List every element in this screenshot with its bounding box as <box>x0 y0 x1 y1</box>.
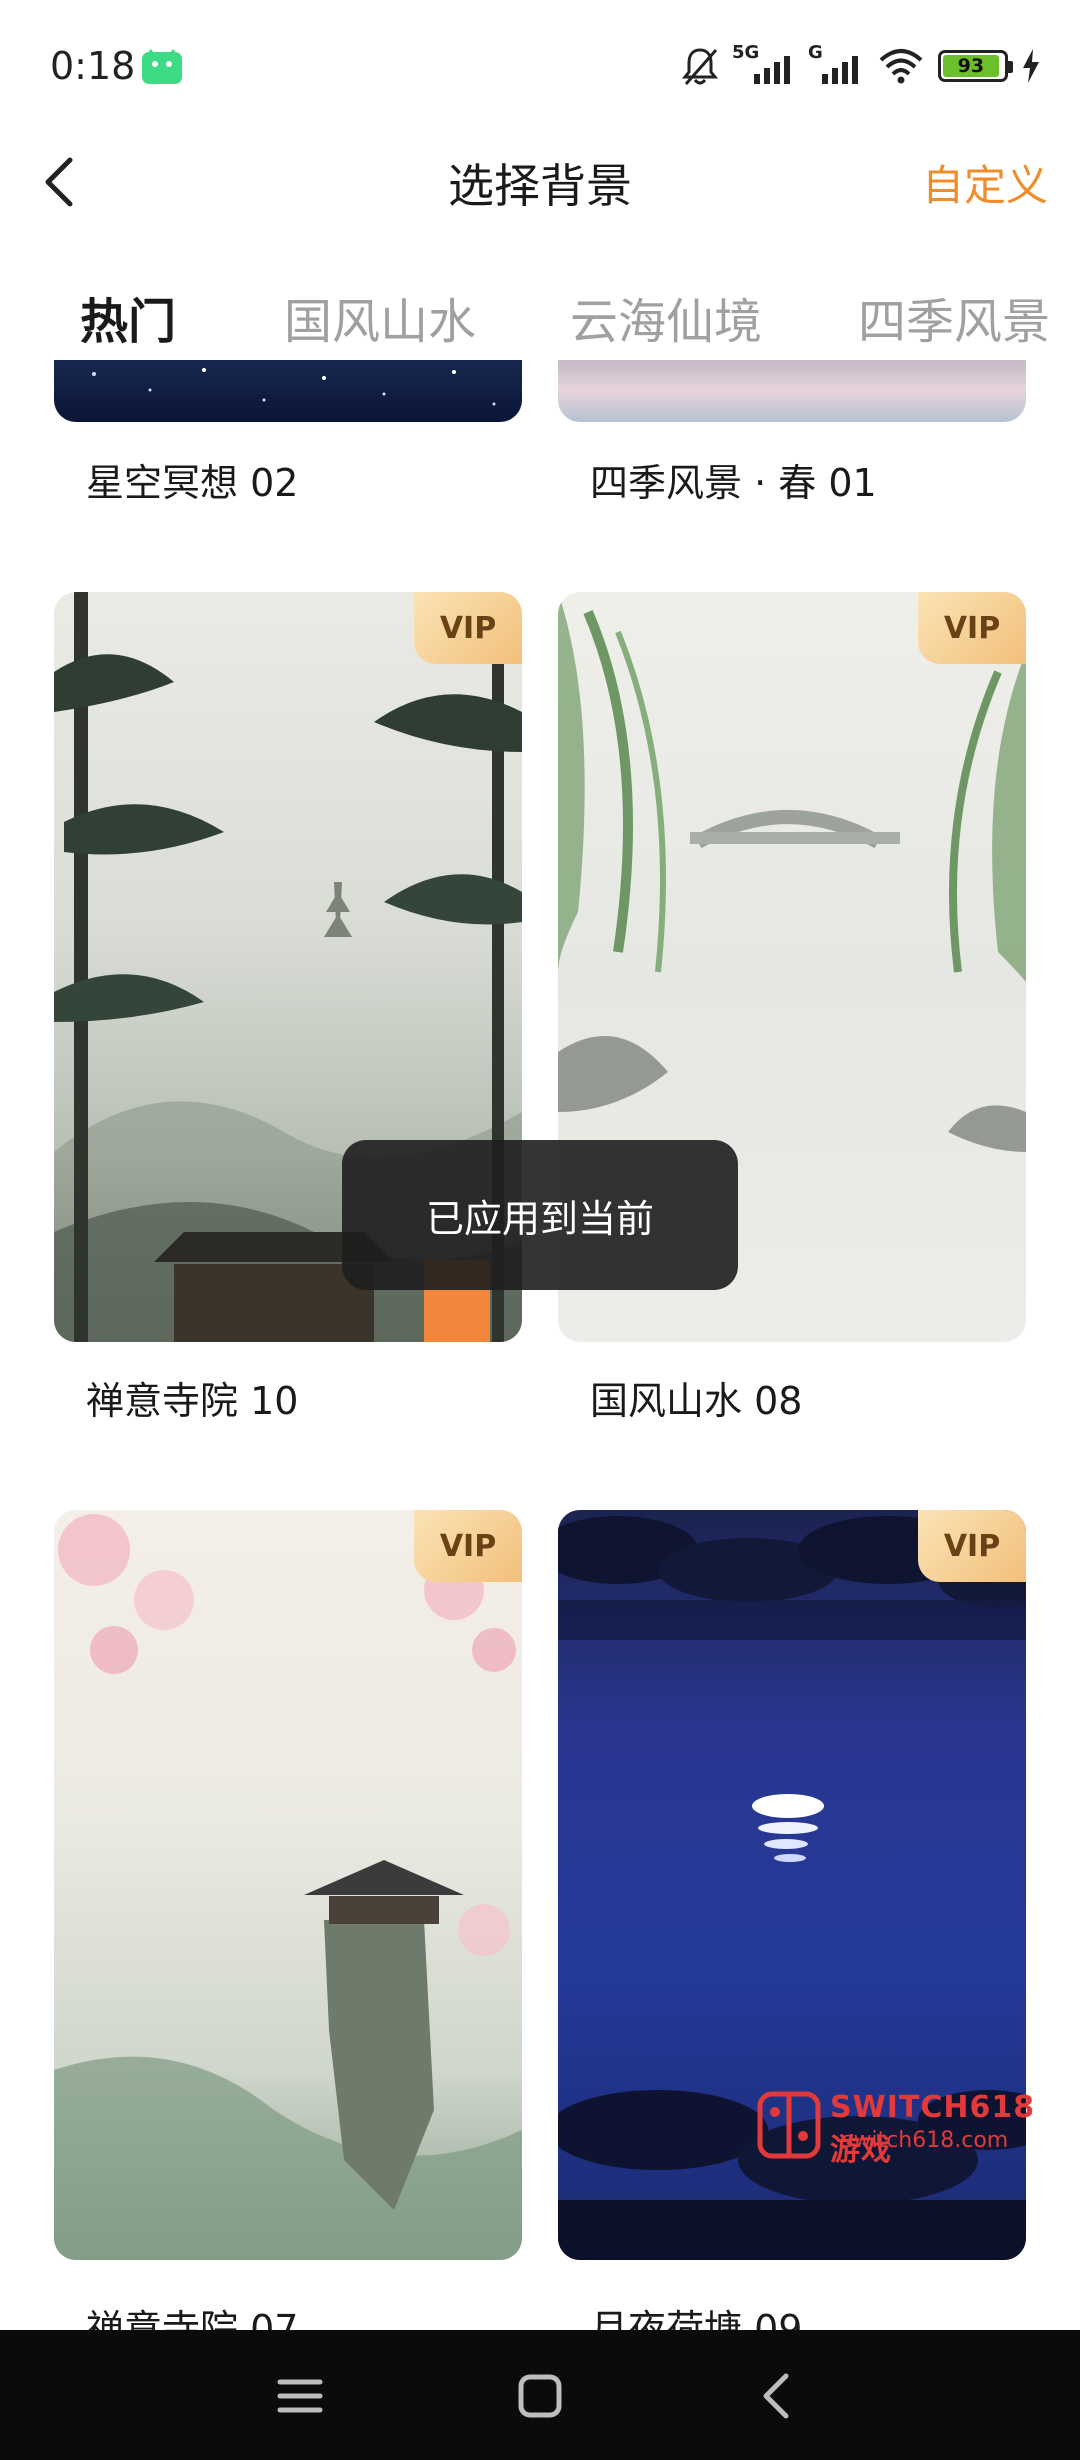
vip-badge: VIP <box>918 1510 1026 1582</box>
background-card[interactable]: 星空冥想 02 <box>54 360 522 540</box>
card-title: 国风山水 08 <box>590 1379 803 1423</box>
android-notification-icon <box>142 49 182 84</box>
navigation-bar <box>0 2330 1080 2460</box>
status-icons: 5G G 93 <box>682 42 1040 86</box>
toast-message: 已应用到当前 <box>342 1140 738 1290</box>
header: 选择背景 自定义 <box>0 130 1080 230</box>
card-title: 禅意寺院 10 <box>86 1379 299 1423</box>
signal-5g-icon: 5G <box>732 42 794 86</box>
background-grid: 星空冥想 02 四季风景 · 春 01 VIP 禅意寺院 10 VIP 国风山水… <box>0 360 1080 2330</box>
card-title: 月夜荷塘 09 <box>590 2307 803 2330</box>
signal-g-icon: G <box>808 42 864 86</box>
spring-scenery-thumbnail[interactable] <box>558 360 1026 422</box>
battery-icon: 93 <box>938 50 1013 82</box>
watermark: SWITCH618游戏 switch618.com <box>756 2090 1066 2168</box>
card-title: 四季风景 · 春 01 <box>590 461 877 505</box>
vip-badge: VIP <box>918 592 1026 664</box>
menu-icon[interactable] <box>270 2366 330 2426</box>
wifi-icon <box>879 49 923 84</box>
background-card[interactable]: VIP 月夜荷塘 09 <box>558 1510 1026 2330</box>
tab-four-seasons[interactable]: 四季风景 <box>858 282 1050 352</box>
back-icon[interactable] <box>748 2366 808 2426</box>
status-time: 0:18 <box>50 44 136 88</box>
background-card[interactable]: 四季风景 · 春 01 <box>558 360 1026 540</box>
card-title: 星空冥想 02 <box>86 461 299 505</box>
vip-badge: VIP <box>414 1510 522 1582</box>
switch-logo-icon <box>757 2091 821 2159</box>
vip-badge: VIP <box>414 592 522 664</box>
starry-sky-thumbnail[interactable] <box>54 360 522 422</box>
page-title: 选择背景 <box>448 159 632 213</box>
cliff-temple-thumbnail[interactable]: VIP <box>54 1510 522 2260</box>
status-bar: 0:18 5G G 93 <box>0 0 1080 130</box>
tab-cloud-sea[interactable]: 云海仙境 <box>570 282 762 352</box>
charging-icon <box>1023 49 1039 83</box>
watermark-subtitle: switch618.com <box>842 2128 1009 2153</box>
network-label-g: G <box>808 42 823 63</box>
background-card[interactable]: VIP 禅意寺院 07 <box>54 1510 522 2330</box>
mute-bell-icon <box>682 48 718 85</box>
card-title: 禅意寺院 07 <box>86 2307 299 2330</box>
tab-hot[interactable]: 热门 <box>80 282 176 352</box>
home-icon[interactable] <box>510 2366 570 2426</box>
custom-button[interactable]: 自定义 <box>922 152 1048 213</box>
battery-level: 93 <box>943 55 999 77</box>
tab-guofeng-landscape[interactable]: 国风山水 <box>284 282 476 352</box>
category-tabs: 热门 国风山水 云海仙境 四季风景 <box>0 270 1080 360</box>
